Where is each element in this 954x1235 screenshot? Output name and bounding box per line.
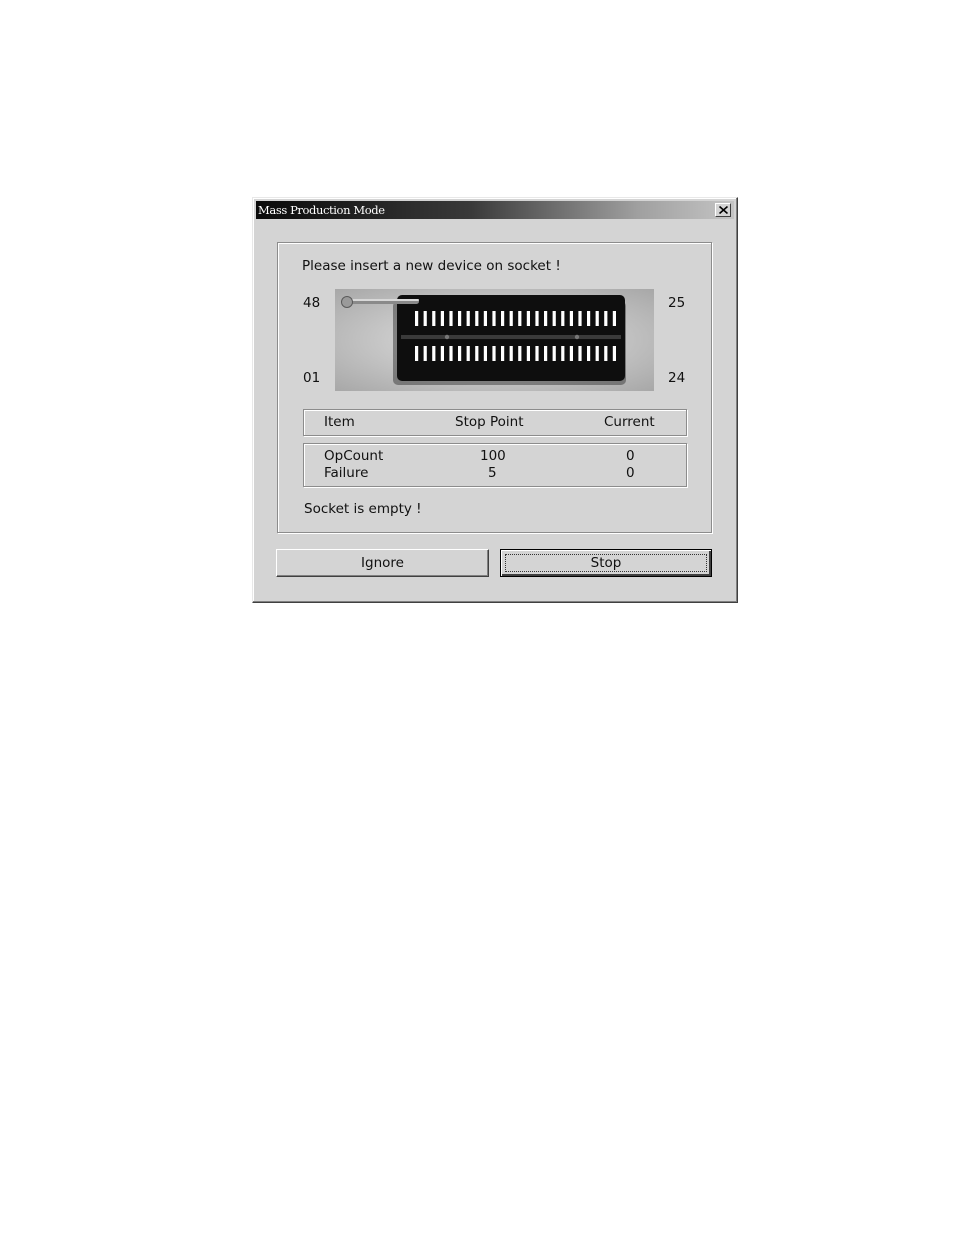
socket-contact-slot bbox=[415, 346, 419, 361]
socket-contact-slot bbox=[552, 311, 556, 326]
socket-contact-slot bbox=[475, 346, 479, 361]
socket-status-text: Socket is empty ! bbox=[304, 501, 422, 517]
close-icon bbox=[719, 206, 728, 214]
column-header-current: Current bbox=[604, 414, 655, 430]
socket-contact-slot bbox=[432, 346, 436, 361]
row-opcount-label: OpCount bbox=[324, 448, 384, 464]
socket-contact-slot bbox=[569, 311, 573, 326]
socket-contact-slot bbox=[578, 311, 582, 326]
socket-contact-slot bbox=[483, 311, 487, 326]
socket-contact-slot bbox=[526, 346, 530, 361]
pin-label-25: 25 bbox=[668, 295, 686, 311]
insert-device-prompt: Please insert a new device on socket ! bbox=[302, 258, 561, 274]
socket-contact-slot bbox=[578, 346, 582, 361]
close-button[interactable] bbox=[715, 203, 731, 217]
socket-contact-slot bbox=[492, 346, 496, 361]
pin-label-01: 01 bbox=[303, 370, 321, 386]
socket-contact-slot bbox=[587, 311, 591, 326]
socket-contact-slot bbox=[475, 311, 479, 326]
socket-contact-slot bbox=[561, 311, 565, 326]
socket-contact-slot bbox=[449, 311, 453, 326]
socket-contact-slot bbox=[483, 346, 487, 361]
socket-contact-slot bbox=[423, 346, 427, 361]
socket-contact-slot bbox=[501, 311, 505, 326]
zif-socket-image bbox=[335, 289, 654, 391]
column-header-item: Item bbox=[324, 414, 355, 430]
row-opcount-stop-point: 100 bbox=[480, 448, 506, 464]
stop-button[interactable]: Stop bbox=[500, 549, 712, 577]
socket-contact-slot bbox=[604, 346, 608, 361]
socket-contact-slot bbox=[612, 346, 616, 361]
socket-contact-slot bbox=[552, 346, 556, 361]
window-title: Mass Production Mode bbox=[258, 203, 385, 217]
socket-contact-slot bbox=[518, 311, 522, 326]
socket-contact-slot bbox=[458, 311, 462, 326]
socket-contact-slot bbox=[466, 311, 470, 326]
pin-label-24: 24 bbox=[668, 370, 686, 386]
socket-contact-slot bbox=[595, 346, 599, 361]
socket-contact-slot bbox=[544, 311, 548, 326]
socket-contact-slot bbox=[458, 346, 462, 361]
row-failure-stop-point: 5 bbox=[488, 465, 497, 481]
socket-contact-slot bbox=[604, 311, 608, 326]
socket-contact-slot bbox=[449, 346, 453, 361]
socket-contact-slot bbox=[440, 311, 444, 326]
socket-contact-slot bbox=[612, 311, 616, 326]
table-header: Item Stop Point Current bbox=[303, 409, 687, 436]
ignore-button[interactable]: Ignore bbox=[276, 549, 489, 577]
socket-contact-slot bbox=[544, 346, 548, 361]
socket-contact-slot bbox=[526, 311, 530, 326]
socket-contact-slot bbox=[492, 311, 496, 326]
focus-rectangle bbox=[505, 554, 707, 572]
socket-contact-slot bbox=[501, 346, 505, 361]
socket-contact-slot bbox=[587, 346, 591, 361]
row-failure-current: 0 bbox=[626, 465, 635, 481]
pin-label-48: 48 bbox=[303, 295, 321, 311]
row-failure-label: Failure bbox=[324, 465, 369, 481]
counter-table: OpCount 100 0 Failure 5 0 bbox=[303, 443, 687, 487]
socket-contact-slot bbox=[595, 311, 599, 326]
socket-contact-slot bbox=[509, 311, 513, 326]
socket-contact-slot bbox=[440, 346, 444, 361]
mass-production-dialog: Mass Production Mode Please insert a new… bbox=[252, 197, 738, 603]
socket-contact-slot bbox=[423, 311, 427, 326]
column-header-stop-point: Stop Point bbox=[455, 414, 524, 430]
socket-contact-slot bbox=[561, 346, 565, 361]
socket-contact-slot bbox=[432, 311, 436, 326]
socket-contact-slot bbox=[535, 311, 539, 326]
title-bar[interactable]: Mass Production Mode bbox=[256, 201, 734, 219]
socket-contact-slot bbox=[518, 346, 522, 361]
socket-contact-slot bbox=[466, 346, 470, 361]
row-opcount-current: 0 bbox=[626, 448, 635, 464]
socket-contact-slot bbox=[415, 311, 419, 326]
socket-contact-slot bbox=[509, 346, 513, 361]
socket-contact-slot bbox=[569, 346, 573, 361]
socket-contact-slot bbox=[535, 346, 539, 361]
